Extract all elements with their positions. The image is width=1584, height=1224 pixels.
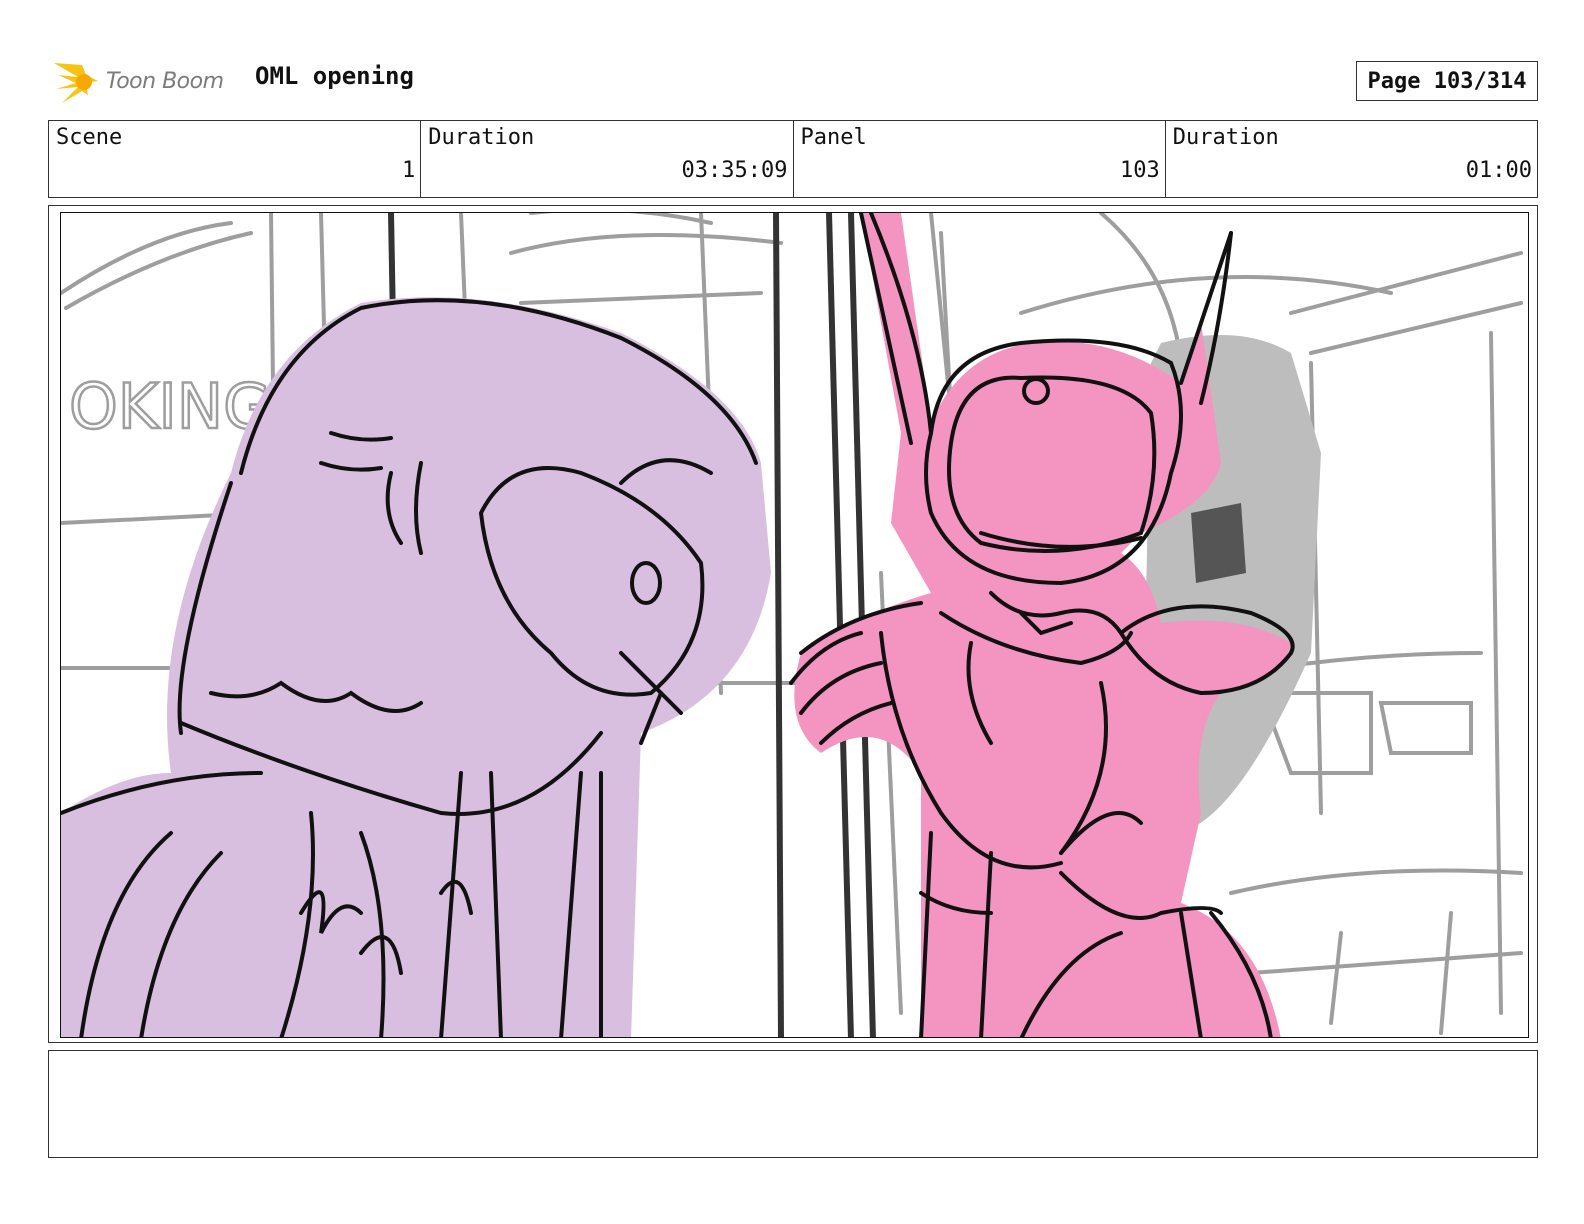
duration-label: Duration (428, 125, 535, 150)
storyboard-sketch: OKING (61, 213, 1523, 1037)
panel-label: Panel (800, 125, 867, 150)
duration-cell: Duration 03:35:09 (421, 121, 794, 197)
logo-text: Toon Boom (106, 68, 224, 94)
toon-boom-logo: Toon Boom (52, 55, 224, 107)
panel-duration-cell: Duration 01:00 (1166, 121, 1537, 197)
starburst-icon (54, 63, 98, 103)
right-character (789, 213, 1295, 1037)
notes-box (48, 1050, 1538, 1158)
scene-value: 1 (402, 158, 416, 183)
panel-duration-value: 01:00 (1465, 158, 1532, 183)
project-title: OML opening (255, 62, 414, 90)
panel-cell: Panel 103 (794, 121, 1166, 197)
scene-cell: Scene 1 (49, 121, 422, 197)
page-indicator: Page 103/314 (1356, 61, 1538, 101)
panel-duration-label: Duration (1172, 125, 1279, 150)
page-label: Page 103/314 (1367, 68, 1527, 94)
panel-value: 103 (1120, 158, 1160, 183)
panel-info-table: Scene 1 Duration 03:35:09 Panel 103 Dura… (48, 120, 1538, 198)
scene-label: Scene (56, 125, 123, 150)
background-sign-text: OKING (69, 370, 271, 443)
storyboard-panel-image: OKING (60, 212, 1529, 1038)
duration-value: 03:35:09 (681, 158, 788, 183)
train-window (1191, 503, 1246, 583)
